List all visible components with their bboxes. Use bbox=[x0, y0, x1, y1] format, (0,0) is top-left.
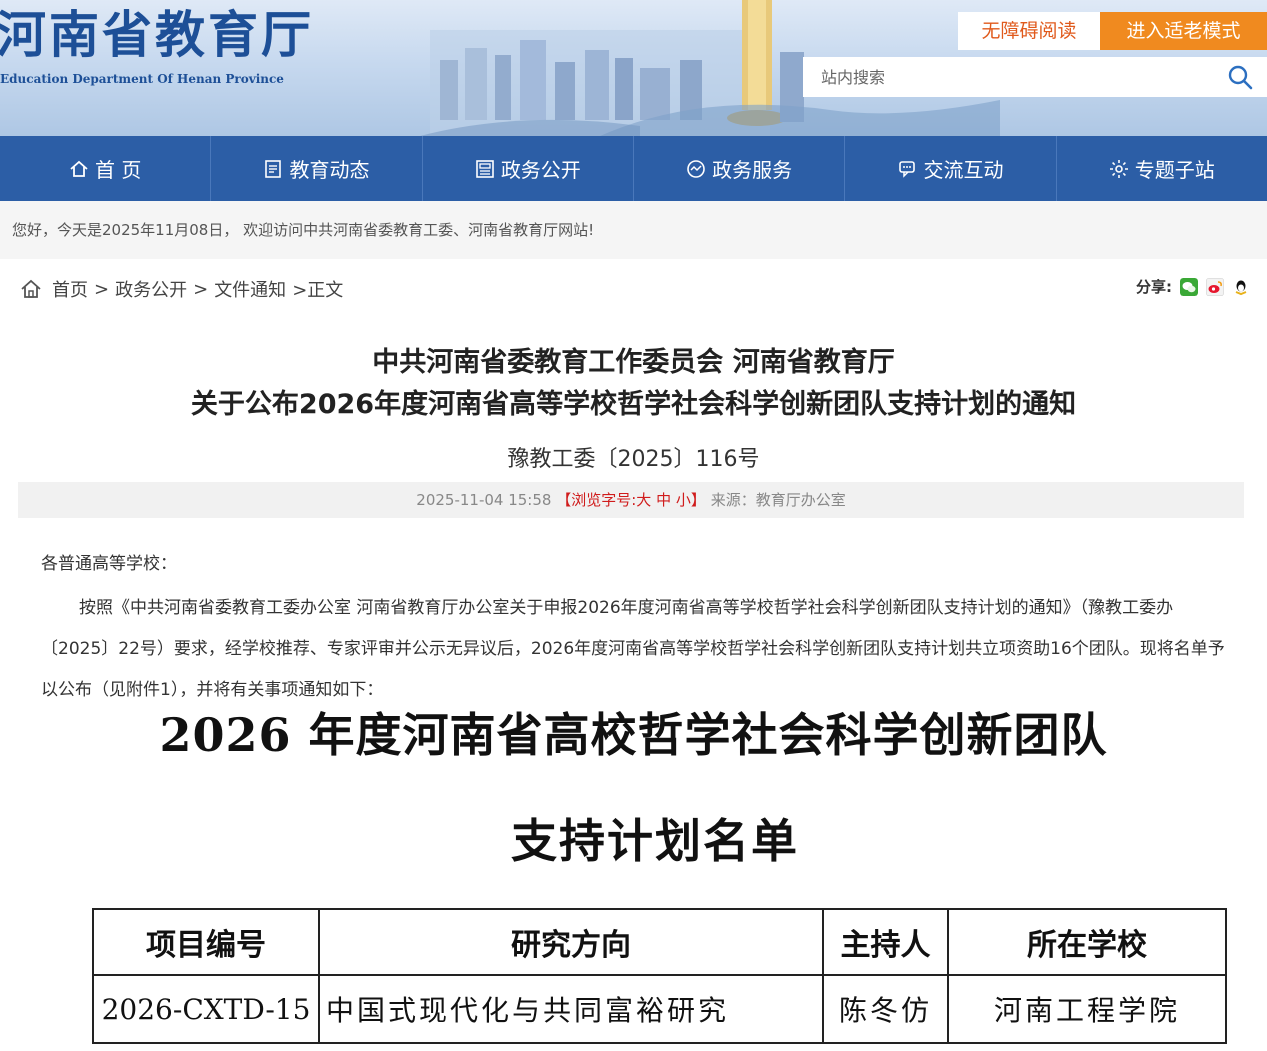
nav-item-gov-service[interactable]: 政务服务 bbox=[634, 136, 846, 201]
font-size-small[interactable]: 小 bbox=[676, 491, 691, 509]
article-paragraph: 按照《中共河南省委教育工委办公室 河南省教育厅办公室关于申报2026年度河南省高… bbox=[41, 598, 1225, 700]
service-icon bbox=[687, 159, 705, 178]
welcome-bar: 您好，今天是2025年11月08日， 欢迎访问中共河南省委教育工委、河南省教育厅… bbox=[0, 201, 1267, 259]
article-title-line1: 中共河南省委教育工作委员会 河南省教育厅 bbox=[372, 347, 895, 378]
font-size-suffix: 】 bbox=[690, 491, 706, 509]
breadcrumb-separator: > bbox=[193, 278, 209, 300]
nav-item-label: 教育动态 bbox=[289, 158, 370, 182]
table-cell: 陈冬仿 bbox=[822, 974, 949, 1044]
table-row: 2026-CXTD-15 中国式现代化与共同富裕研究 陈冬仿 河南工程学院 bbox=[92, 974, 1227, 1044]
home-icon[interactable] bbox=[20, 278, 42, 300]
font-size-medium[interactable]: 中 bbox=[656, 491, 671, 509]
table-cell: 中国式现代化与共同富裕研究 bbox=[318, 974, 824, 1044]
table-header-cell: 研究方向 bbox=[318, 908, 824, 976]
breadcrumb-current: >正文 bbox=[292, 280, 344, 301]
font-size-large[interactable]: 大 bbox=[636, 491, 651, 509]
elder-mode-button[interactable]: 进入适老模式 bbox=[1100, 12, 1267, 50]
nav-item-label: 政务公开 bbox=[500, 158, 581, 182]
site-title[interactable]: 河南省教育厅 bbox=[0, 2, 314, 68]
nav-item-news[interactable]: 教育动态 bbox=[211, 136, 423, 201]
wechat-icon[interactable] bbox=[1180, 277, 1198, 296]
table-header-cell: 主持人 bbox=[822, 908, 949, 976]
main-nav: 首 页 教育动态 政务公开 政务服务 交流互动 专题子站 bbox=[0, 136, 1267, 201]
document-icon bbox=[476, 159, 494, 178]
team-list-table: 项目编号 研究方向 主持人 所在学校 2026-CXTD-15 中国式现代化与共… bbox=[92, 908, 1227, 1044]
breadcrumb: 首页 > 政务公开 > 文件通知 >正文 bbox=[20, 274, 343, 304]
list-title-line2: 支持计划名单 bbox=[511, 814, 799, 868]
search-input[interactable] bbox=[803, 57, 1221, 97]
site-header: 河南省教育厅 Education Department Of Henan Pro… bbox=[0, 0, 1267, 136]
nav-item-label: 政务服务 bbox=[712, 158, 793, 182]
qq-icon[interactable] bbox=[1232, 277, 1250, 296]
nav-item-label: 交流互动 bbox=[923, 158, 1004, 182]
weibo-icon[interactable] bbox=[1206, 277, 1224, 296]
home-icon bbox=[70, 160, 88, 177]
list-title-line1: 2026 年度河南省高校哲学社会科学创新团队 bbox=[159, 708, 1108, 762]
table-cell: 2026-CXTD-15 bbox=[92, 974, 320, 1044]
chat-icon bbox=[899, 160, 916, 178]
breadcrumb-notices[interactable]: 文件通知 bbox=[214, 276, 286, 302]
gear-icon bbox=[1109, 159, 1128, 178]
accessible-reading-button[interactable]: 无障碍阅读 bbox=[958, 12, 1100, 50]
share-bar: 分享: bbox=[1136, 276, 1250, 297]
search-box bbox=[803, 57, 1267, 97]
salutation: 各普通高等学校： bbox=[41, 554, 177, 574]
news-icon bbox=[265, 159, 282, 178]
site-subtitle: Education Department Of Henan Province bbox=[0, 72, 284, 86]
font-size-prefix: 【浏览字号: bbox=[556, 491, 637, 509]
nav-item-gov-affairs[interactable]: 政务公开 bbox=[423, 136, 634, 201]
share-label: 分享: bbox=[1136, 278, 1172, 296]
breadcrumb-gov-affairs[interactable]: 政务公开 bbox=[115, 276, 187, 302]
article-source: 来源：教育厅办公室 bbox=[710, 491, 846, 509]
table-header-cell: 所在学校 bbox=[947, 908, 1227, 976]
nav-item-home[interactable]: 首 页 bbox=[0, 136, 212, 201]
table-header-row: 项目编号 研究方向 主持人 所在学校 bbox=[92, 908, 1227, 976]
breadcrumb-separator: > bbox=[94, 278, 110, 300]
article-meta: 2025-11-04 15:58 【浏览字号:大 中 小】 来源：教育厅办公室 bbox=[18, 482, 1244, 518]
publish-datetime: 2025-11-04 15:58 bbox=[416, 491, 552, 509]
nav-item-label: 首 页 bbox=[94, 158, 142, 182]
search-icon[interactable] bbox=[1227, 64, 1253, 90]
nav-item-label: 专题子站 bbox=[1134, 158, 1215, 182]
nav-item-special-sites[interactable]: 专题子站 bbox=[1057, 136, 1267, 201]
table-header-cell: 项目编号 bbox=[92, 908, 320, 976]
article-title-line2: 关于公布2026年度河南省高等学校哲学社会科学创新团队支持计划的通知 bbox=[190, 389, 1077, 420]
nav-item-interaction[interactable]: 交流互动 bbox=[845, 136, 1057, 201]
document-number: 豫教工委〔2025〕116号 bbox=[507, 447, 760, 472]
breadcrumb-home[interactable]: 首页 bbox=[52, 276, 88, 302]
table-cell: 河南工程学院 bbox=[947, 974, 1227, 1044]
